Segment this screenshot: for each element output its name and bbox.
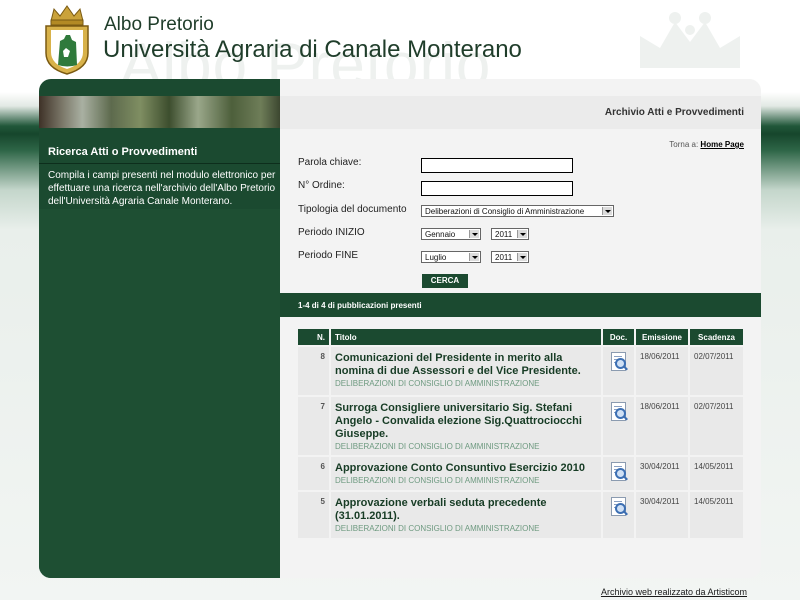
table-header-row: N. Titolo Doc. Emissione Scadenza	[298, 329, 743, 345]
row-issued-date: 18/06/2011	[640, 402, 680, 411]
document-magnifier-icon[interactable]	[610, 462, 628, 481]
document-magnifier-icon[interactable]	[610, 352, 628, 371]
row-expiry-date: 02/07/2011	[694, 402, 734, 411]
back-link-row: Torna a: Home Page	[669, 140, 744, 149]
row-title-link[interactable]: Comunicazioni del Presidente in merito a…	[335, 352, 597, 378]
end-month-value: Luglio	[425, 253, 447, 262]
row-title-link[interactable]: Approvazione Conto Consuntivo Esercizio …	[335, 462, 597, 475]
row-expiry-date: 02/07/2011	[694, 352, 734, 361]
table-row: 7 Surroga Consigliere universitario Sig.…	[298, 397, 743, 455]
sidebar-divider	[39, 163, 280, 164]
row-issued-cell: 18/06/2011	[636, 347, 688, 395]
chevron-down-icon	[517, 230, 527, 238]
end-month-select[interactable]: Luglio	[421, 251, 481, 263]
row-expiry-cell: 14/05/2011	[690, 492, 743, 538]
home-page-link[interactable]: Home Page	[700, 140, 744, 149]
order-number-input[interactable]	[421, 181, 573, 196]
document-magnifier-icon[interactable]	[610, 402, 628, 421]
row-expiry-date: 14/05/2011	[694, 462, 734, 471]
row-issued-cell: 30/04/2011	[636, 492, 688, 538]
end-period-label: Periodo FINE	[298, 250, 359, 261]
row-number: 7	[298, 397, 329, 455]
row-title-cell: Approvazione Conto Consuntivo Esercizio …	[331, 457, 601, 490]
start-month-value: Gennaio	[425, 230, 456, 239]
row-issued-cell: 30/04/2011	[636, 457, 688, 490]
document-type-label: Tipologia del documento	[298, 204, 407, 215]
row-number: 8	[298, 347, 329, 395]
row-title-cell: Approvazione verbali seduta precedente (…	[331, 492, 601, 538]
page-frame: Ricerca Atti o Provvedimenti Compila i c…	[39, 79, 761, 578]
row-issued-date: 30/04/2011	[640, 462, 680, 471]
keyword-label: Parola chiave:	[298, 157, 362, 168]
row-category: DELIBERAZIONI DI CONSIGLIO DI AMMINISTRA…	[335, 379, 540, 388]
column-header-expiry: Scadenza	[690, 329, 743, 345]
column-header-issued: Emissione	[636, 329, 688, 345]
chevron-down-icon	[602, 207, 612, 215]
start-month-select[interactable]: Gennaio	[421, 228, 481, 240]
chevron-down-icon	[469, 230, 479, 238]
order-number-label: N° Ordine:	[298, 180, 345, 191]
chevron-down-icon	[469, 253, 479, 261]
site-header: Albo Pretorio Albo Pretorio Università A…	[0, 0, 800, 100]
row-category: DELIBERAZIONI DI CONSIGLIO DI AMMINISTRA…	[335, 524, 540, 533]
row-category: DELIBERAZIONI DI CONSIGLIO DI AMMINISTRA…	[335, 442, 540, 451]
row-issued-date: 30/04/2011	[640, 497, 680, 506]
chevron-down-icon	[517, 253, 527, 261]
row-doc-cell	[603, 347, 634, 395]
site-title: Università Agraria di Canale Monterano	[103, 36, 522, 63]
row-title-link[interactable]: Surroga Consigliere universitario Sig. S…	[335, 402, 597, 441]
row-title-link[interactable]: Approvazione verbali seduta precedente (…	[335, 497, 597, 523]
row-number: 5	[298, 492, 329, 538]
back-link-prefix: Torna a:	[669, 140, 699, 149]
row-issued-cell: 18/06/2011	[636, 397, 688, 455]
column-header-doc: Doc.	[603, 329, 634, 345]
row-doc-cell	[603, 492, 634, 538]
row-doc-cell	[603, 457, 634, 490]
row-title-cell: Comunicazioni del Presidente in merito a…	[331, 347, 601, 395]
row-title-cell: Surroga Consigliere universitario Sig. S…	[331, 397, 601, 455]
keyword-input[interactable]	[421, 158, 573, 173]
results-bar: 1-4 di 4 di pubblicazioni presenti	[280, 293, 761, 317]
end-year-value: 2011	[495, 253, 513, 262]
search-button[interactable]: CERCA	[422, 274, 468, 288]
results-summary: 1-4 di 4 di pubblicazioni presenti	[298, 301, 422, 310]
column-header-number: N.	[298, 329, 329, 345]
row-expiry-date: 14/05/2011	[694, 497, 734, 506]
start-period-label: Periodo INIZIO	[298, 227, 365, 238]
sidebar-description: Compila i campi presenti nel modulo elet…	[48, 170, 276, 207]
table-row: 6 Approvazione Conto Consuntivo Esercizi…	[298, 457, 743, 490]
sidebar-title: Ricerca Atti o Provvedimenti	[48, 146, 198, 158]
row-expiry-cell: 02/07/2011	[690, 347, 743, 395]
sidebar: Ricerca Atti o Provvedimenti Compila i c…	[39, 79, 280, 578]
table-row: 5 Approvazione verbali seduta precedente…	[298, 492, 743, 538]
row-expiry-cell: 14/05/2011	[690, 457, 743, 490]
document-type-value: Deliberazioni di Consiglio di Amministra…	[425, 207, 585, 216]
watermark-crest-icon	[640, 12, 740, 68]
site-title-small: Albo Pretorio	[104, 14, 214, 35]
main-content: Archivio Atti e Provvedimenti Torna a: H…	[280, 79, 761, 578]
end-year-select[interactable]: 2011	[491, 251, 529, 263]
start-year-select[interactable]: 2011	[491, 228, 529, 240]
row-number: 6	[298, 457, 329, 490]
table-row: 8 Comunicazioni del Presidente in merito…	[298, 347, 743, 395]
header-photo	[39, 96, 280, 128]
section-title: Archivio Atti e Provvedimenti	[604, 107, 744, 118]
column-header-title: Titolo	[331, 329, 601, 345]
row-issued-date: 18/06/2011	[640, 352, 680, 361]
sidebar-panel	[39, 209, 280, 578]
start-year-value: 2011	[495, 230, 513, 239]
document-type-select[interactable]: Deliberazioni di Consiglio di Amministra…	[421, 205, 614, 217]
row-expiry-cell: 02/07/2011	[690, 397, 743, 455]
document-magnifier-icon[interactable]	[610, 497, 628, 516]
row-category: DELIBERAZIONI DI CONSIGLIO DI AMMINISTRA…	[335, 476, 540, 485]
row-doc-cell	[603, 397, 634, 455]
footer-credit-link[interactable]: Archivio web realizzato da Artisticom	[601, 587, 747, 597]
results-table: N. Titolo Doc. Emissione Scadenza 8 Comu…	[296, 327, 745, 540]
crest-logo-icon	[45, 5, 89, 75]
